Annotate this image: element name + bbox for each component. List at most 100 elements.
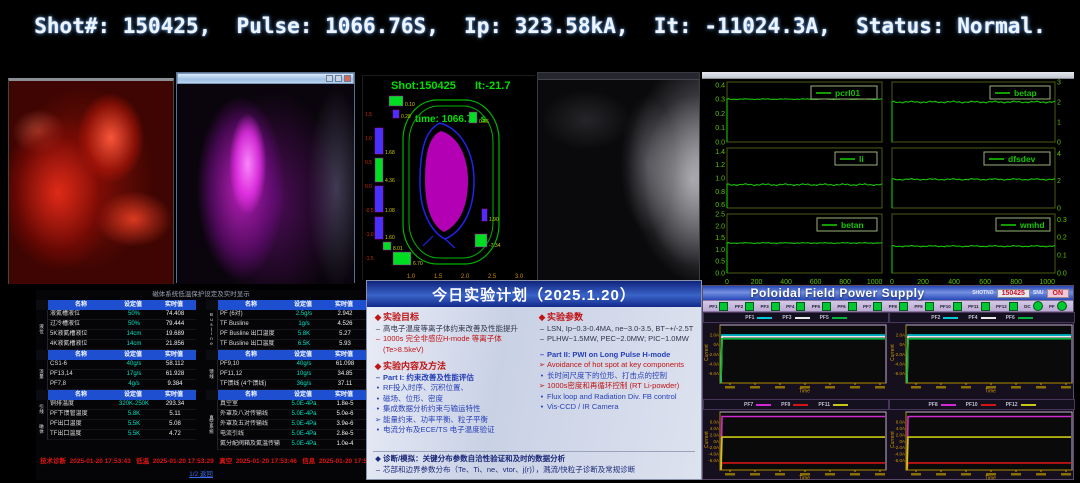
pf-indicator-label: PF9 [914,304,922,309]
bullet-icon: – [373,465,383,476]
svg-text:0.4: 0.4 [715,82,725,89]
plan-item: ➢能量约束、功率平衡、粒子平衡 [373,415,531,426]
svg-text:-6.0A: -6.0A [708,371,719,376]
plan-item: ◆实验目标 [373,311,531,324]
table-row: PF (6对)2.5g/s2.942 [218,310,366,320]
bullet-icon: – [537,334,547,345]
bullet-icon: • [373,404,383,415]
plan-item: •RF投入时序、沉积位置、 [373,383,531,394]
cell-setpoint: 50% [114,320,152,330]
plan-right-column: ◆实验参数–LSN, Ip~0.3-0.4MA, ne~3.0-3.5, BT~… [537,311,695,449]
svg-text:-6.0A: -6.0A [894,371,905,376]
plot-pcrl01: 0.00.10.20.30.4pcrl01 [702,79,888,145]
experiment-plan-panel: 今日实验计划（2025.1.20） ◆实验目标–高电子温度等离子体约束改善及性能… [366,280,702,480]
plan-item-text: 集成数据分析约束与输运特性 [383,404,481,415]
cell-name: 液氦槽液位 [48,310,114,320]
table-header-cell: 实时值 [152,300,196,310]
svg-text:2: 2 [1057,100,1061,107]
close-icon[interactable] [344,75,351,82]
maximize-icon[interactable] [335,75,342,82]
cell-setpoint: 6.5K [284,340,322,350]
table-header-cell: 设定值 [114,390,152,400]
svg-text:Shot:150425: Shot:150425 [391,80,456,92]
camera-window-titlebar[interactable] [177,73,354,84]
plot-li: 0.60.81.01.21.4li [702,145,888,211]
plan-item-text: Vis-CCD / IR Camera [547,402,619,413]
minimize-icon[interactable] [326,75,333,82]
camera-window-titlebar[interactable] [538,73,699,80]
plan-left-column: ◆实验目标–高电子温度等离子体约束改善及性能提升–1000s 完全非感应H-mo… [373,311,531,449]
table-group-label: 流量 [36,360,48,390]
pf-indicator-pf: PF [1049,301,1067,311]
pf-indicator-dc: DC [1024,301,1043,311]
cell-setpoint: 5.0E-4Pa [284,420,322,430]
pf-legend-pf6: PF6 [1006,315,1033,321]
svg-text:betan: betan [841,220,864,230]
svg-text:Time: Time [985,476,996,482]
table-group-label: 液位 [36,310,48,350]
cell-setpoint: 50% [114,310,152,320]
tables-pager-link[interactable]: 1/2 返回 [36,468,366,478]
pf-indicator-label: PF7 [863,304,871,309]
cell-setpoint: 5.5K [114,430,152,440]
plan-item: •Vis-CCD / IR Camera [537,402,695,413]
cell-name: PF9,10 [218,360,284,370]
bullet-icon: ◆ [537,311,547,324]
table-header-row: 名称设定值实时值 [206,390,366,400]
pf-legend-pf5: PF5 [820,315,847,321]
bullet-icon: • [537,402,547,413]
cell-setpoint: 36g/s [284,380,322,390]
plots-window-titlebar[interactable] [702,72,1074,79]
table-row: 5K液氦槽液位14cm19.689 [48,330,196,340]
svg-text:betap: betap [1014,88,1037,98]
tables-left-column: 名称设定值实时值液位液氦槽液位50%74.408过冷槽液位50%79.4445K… [36,300,196,450]
plan-item-text: Part II: PWI on Long Pulse H-mode [547,350,670,361]
plan-item-text: 1000s 完全非感应H-mode 等离子体 (Te>8.5keV) [383,334,531,355]
cell-setpoint: 40g/s [284,360,322,370]
control-room-display: Shot#: 150425, Pulse: 1066.76S, Ip: 323.… [0,0,1080,483]
cell-realtime: 79.444 [152,320,196,330]
cell-setpoint: 5.0E-4Pa [284,440,322,450]
table-row: 液氦槽液位50%74.408 [48,310,196,320]
svg-text:0.3: 0.3 [715,97,725,104]
plasma-camera-red-image [8,78,174,284]
table-row: PF出口温度5.5K5.08 [48,420,196,430]
status-light-icon [899,302,908,311]
diagnostic-plots-grid: 0.00.10.20.30.4pcrl010123betap0.60.81.01… [702,79,1074,286]
cryogenic-tables-panel: 磁体系统低温保护设定及实时显示 名称设定值实时值液位液氦槽液位50%74.408… [36,290,366,480]
pf-indicator-label: DC [1024,304,1031,309]
plan-item-text: RF投入时序、沉积位置、 [383,383,468,394]
svg-text:4.36: 4.36 [385,178,395,184]
svg-text:-4.0A: -4.0A [894,452,905,457]
table-row: CS1-640g/s58.112 [48,360,196,370]
svg-text:0.0: 0.0 [365,184,372,190]
pf-scopes-top-row: PF1PF3PF52.0A0A-2.0A-4.0A-6.0ACurrentTim… [703,312,1073,399]
table-section: 磁体PF出口温度5.5K5.08TF出口温度5.5K4.72 [36,420,196,440]
table-header-cell: 名称 [218,300,284,310]
status-light-icon [1033,301,1043,311]
table-header-cell: 实时值 [322,390,366,400]
plan-item-text: 芯部和边界参数分布（Te、Ti、ne、vtor、j(r)），溅流/快粒子诊断及常… [383,465,635,476]
plasma-camera-red-window [8,78,172,281]
cell-name: 电流引线 [218,430,284,440]
pf-on-button[interactable]: ON [1047,289,1070,298]
plan-item-text: Flux loop and Radiation Div. FB control [547,392,677,403]
cell-name: PF Busline 出口温度 [218,330,284,340]
table-header-row: 名称设定值实时值 [206,300,366,310]
pf-legend-pf9: PF9 [781,402,808,408]
cell-name: PF出口温度 [48,420,114,430]
table-header-cell: 实时值 [152,350,196,360]
plan-item: –Part II: PWI on Long Pulse H-mode [537,350,695,361]
pf-indicator-label: PF8 [889,304,897,309]
svg-text:1.2: 1.2 [715,162,725,169]
cell-setpoint: 4g/s [114,380,152,390]
pf-legend-pf10: PF10 [966,402,996,408]
pf-indicator-label: PF11 [968,304,979,309]
cell-name: TF馈线 (4个馈线) [218,380,284,390]
cell-name: PF7,8 [48,380,114,390]
svg-text:0.3: 0.3 [1057,217,1067,224]
pf-indicator-pf11: PF11 [968,302,990,311]
cell-realtime: 61.928 [152,370,196,380]
svg-text:0.0: 0.0 [715,271,725,278]
table-row: PF下馈管温度5.8K5.11 [48,410,196,420]
